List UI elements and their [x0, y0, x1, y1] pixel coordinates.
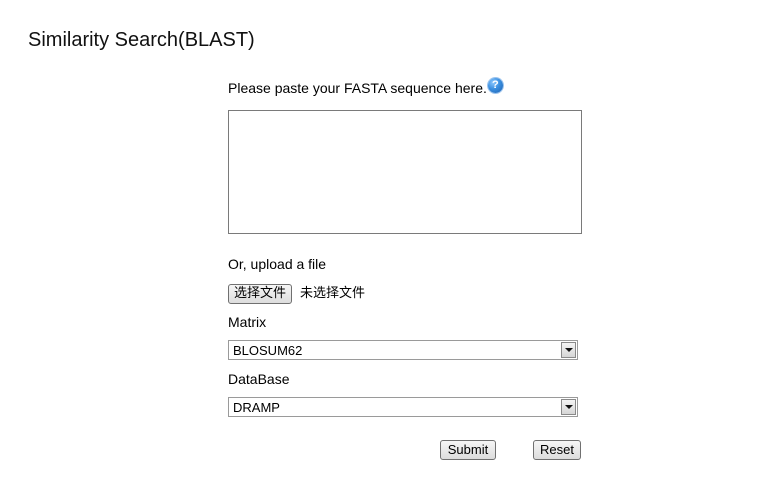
submit-button[interactable]: Submit	[440, 440, 496, 460]
matrix-label: Matrix	[228, 314, 267, 330]
sequence-prompt-row: Please paste your FASTA sequence here.?	[228, 78, 503, 97]
page-title: Similarity Search(BLAST)	[28, 29, 255, 51]
database-select-value: DRAMP	[233, 400, 280, 415]
sequence-prompt-label: Please paste your FASTA sequence here.	[228, 80, 487, 96]
matrix-select[interactable]: BLOSUM62	[228, 340, 578, 360]
reset-button[interactable]: Reset	[533, 440, 581, 460]
chevron-down-icon[interactable]	[561, 342, 576, 358]
fasta-sequence-input[interactable]	[228, 110, 582, 234]
choose-file-button[interactable]: 选择文件	[228, 284, 293, 304]
database-select[interactable]: DRAMP	[228, 397, 578, 417]
help-icon[interactable]: ?	[487, 78, 503, 93]
matrix-select-value: BLOSUM62	[233, 343, 303, 358]
database-label: DataBase	[228, 371, 290, 387]
file-status-text: 未选择文件	[300, 286, 366, 301]
upload-label: Or, upload a file	[228, 256, 327, 272]
chevron-down-icon[interactable]	[561, 399, 576, 415]
